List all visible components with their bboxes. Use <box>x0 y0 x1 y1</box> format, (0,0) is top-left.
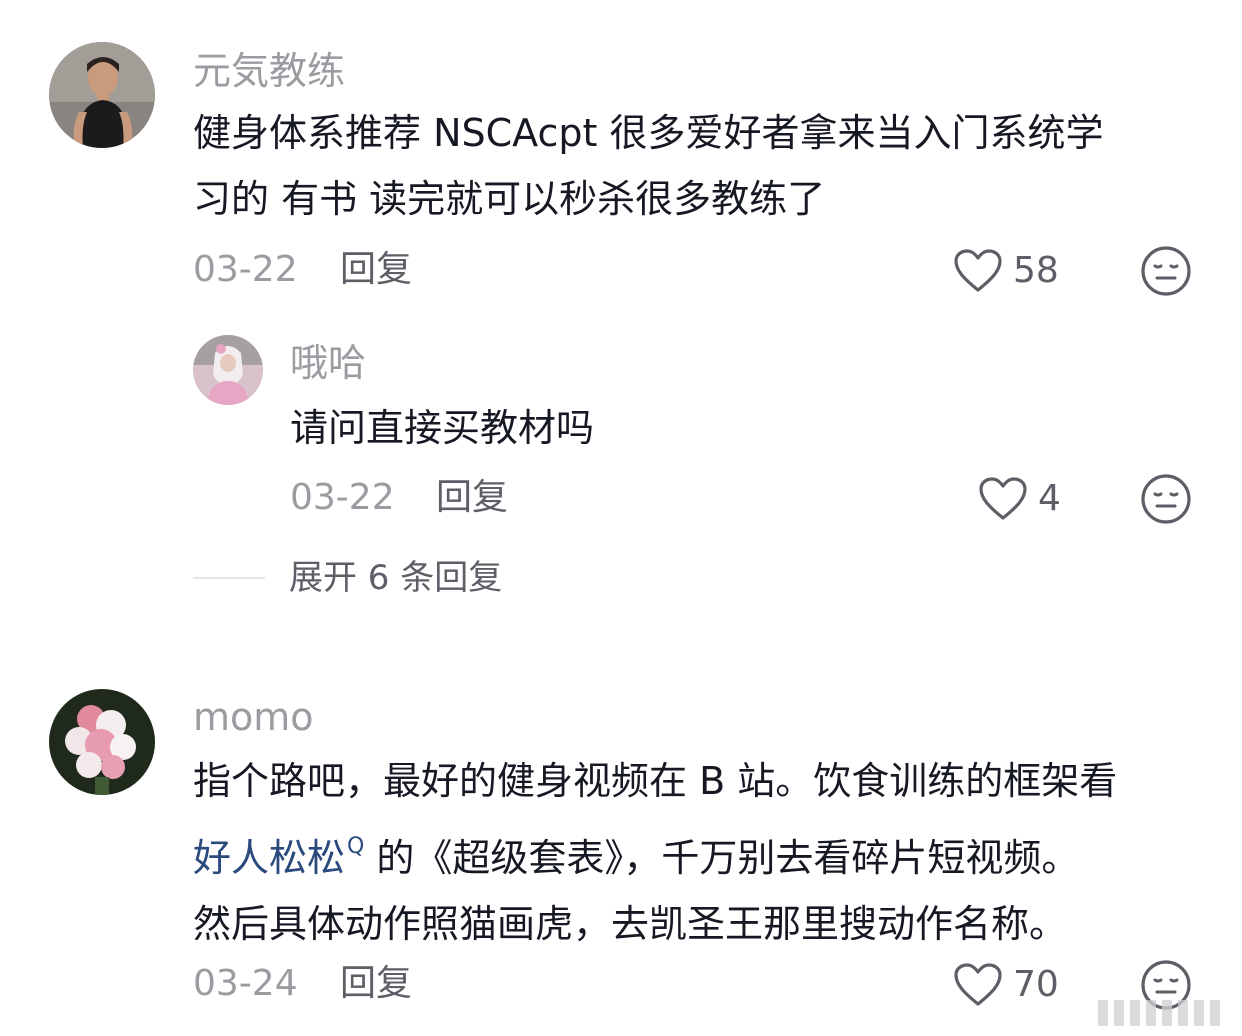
comment-text-segment: 的《超级套表》，千万别去看碎片短视频。 <box>364 836 1080 880</box>
like-button[interactable]: 70 <box>953 962 1059 1008</box>
like-count: 58 <box>1013 250 1059 291</box>
reply-username[interactable]: 哦哈 <box>290 344 366 382</box>
bottom-fade <box>0 1006 1242 1036</box>
meh-face-icon <box>1141 474 1191 524</box>
dislike-button[interactable] <box>1140 473 1192 525</box>
reply-avatar[interactable] <box>193 335 263 405</box>
watermark-logo <box>1098 1000 1220 1026</box>
reply-button[interactable]: 回复 <box>340 252 412 288</box>
reply-date: 03-22 <box>290 477 395 518</box>
comment-text-line: 指个路吧，最好的健身视频在 B 站。饮食训练的框架看 <box>193 759 1118 803</box>
search-icon[interactable]: Q <box>347 814 364 880</box>
comment-list: 元気教练 健身体系推荐 NSCAcpt 很多爱好者拿来当入门系统学 习的 有书 … <box>0 0 1242 1036</box>
comment-date: 03-24 <box>193 963 298 1004</box>
like-count: 70 <box>1013 964 1059 1005</box>
comment-text-line: 好人松松Q 的《超级套表》，千万别去看碎片短视频。 <box>193 814 1117 891</box>
heart-outline-icon <box>954 963 1002 1006</box>
reply-text: 请问直接买教材吗 <box>290 406 595 450</box>
heart-outline-icon <box>979 477 1027 520</box>
reply-button[interactable]: 回复 <box>340 966 412 1002</box>
dislike-button[interactable] <box>1140 245 1192 297</box>
comment-text-line: 习的 有书 读完就可以秒杀很多教练了 <box>193 177 826 221</box>
comment-text-line: 健身体系推荐 NSCAcpt 很多爱好者拿来当入门系统学 <box>193 111 1104 155</box>
avatar[interactable] <box>49 689 155 795</box>
search-link[interactable]: 好人松松 <box>193 836 345 880</box>
reply-button[interactable]: 回复 <box>436 480 508 516</box>
heart-outline-icon <box>954 249 1002 292</box>
comment-text-line: 然后具体动作照猫画虎，去凯圣王那里搜动作名称。 <box>193 902 1068 946</box>
comment-username[interactable]: 元気教练 <box>193 52 345 90</box>
like-button[interactable]: 58 <box>953 248 1059 294</box>
comment-text: 健身体系推荐 NSCAcpt 很多爱好者拿来当入门系统学 习的 有书 读完就可以… <box>193 100 1103 232</box>
comment-text: 指个路吧，最好的健身视频在 B 站。饮食训练的框架看 好人松松Q 的《超级套表》… <box>193 748 1117 957</box>
like-button[interactable]: 4 <box>978 476 1061 522</box>
meh-face-icon <box>1141 246 1191 296</box>
comment-date: 03-22 <box>193 249 298 290</box>
divider <box>193 577 265 579</box>
expand-replies-label: 展开 6 条回复 <box>289 558 503 598</box>
like-count: 4 <box>1038 478 1061 519</box>
expand-replies-button[interactable]: 展开 6 条回复 <box>193 561 502 595</box>
avatar[interactable] <box>49 42 155 148</box>
comment-username[interactable]: momo <box>193 698 314 736</box>
